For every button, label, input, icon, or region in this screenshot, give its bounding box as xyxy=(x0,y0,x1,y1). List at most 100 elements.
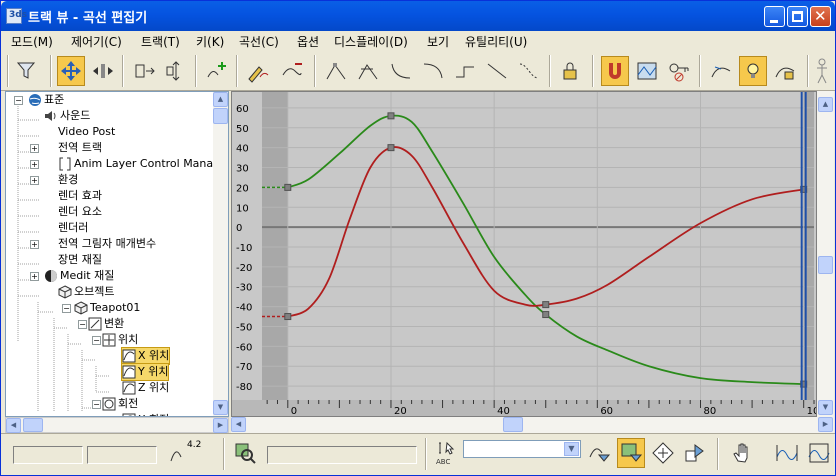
tangent-auto-button[interactable] xyxy=(323,56,351,86)
zoom-horizontal-button[interactable] xyxy=(773,438,801,468)
expand-toggle-icon[interactable]: + xyxy=(30,160,39,169)
curve-scroll-down-arrow[interactable]: ▼ xyxy=(818,400,833,415)
tree-hscroll-thumb[interactable] xyxy=(23,418,43,432)
tree-item[interactable]: Y 위치 xyxy=(120,363,170,381)
filter-button[interactable] xyxy=(13,56,41,86)
controller-tree[interactable]: − 표준 사운드 Video Post + 전역 트랙 + Anim Layer Contro… xyxy=(5,91,229,417)
tree-item[interactable]: 회전 xyxy=(102,396,138,412)
tree-item[interactable]: 오브젝트 xyxy=(58,284,114,300)
move-keys-button[interactable] xyxy=(57,56,85,86)
title-bar[interactable]: 3ds 트랙 뷰 - 곡선 편집기 ✕ xyxy=(1,1,835,31)
menu-utilities[interactable]: 유틸리티(U) xyxy=(465,33,527,50)
tree-item[interactable]: Medit 재질 xyxy=(44,268,114,284)
expand-toggle-icon[interactable]: + xyxy=(30,144,39,153)
scroll-right-arrow[interactable]: ▶ xyxy=(213,418,228,433)
menu-view[interactable]: 보기 xyxy=(427,33,449,50)
tree-item[interactable]: 위치 xyxy=(102,332,138,348)
select-by-name-button[interactable]: ABC xyxy=(433,438,461,468)
lock-selection-button[interactable] xyxy=(557,56,585,86)
zoom-region-button[interactable] xyxy=(805,438,833,468)
expand-toggle-icon[interactable]: − xyxy=(92,400,101,409)
minimize-button[interactable] xyxy=(764,6,785,27)
show-selected-values-button[interactable]: 4.2 xyxy=(167,438,201,468)
frame-field[interactable] xyxy=(13,446,83,464)
show-keyable-button[interactable] xyxy=(665,56,693,86)
tangent-slow-button[interactable] xyxy=(419,56,447,86)
tree-vertical-scrollbar[interactable]: ▲ ▼ xyxy=(213,92,228,416)
scroll-down-arrow[interactable]: ▼ xyxy=(213,400,228,415)
expand-toggle-icon[interactable]: − xyxy=(78,320,87,329)
tree-item[interactable]: 사운드 xyxy=(44,108,90,124)
zoom-value-extents-button[interactable] xyxy=(649,438,677,468)
tree-item[interactable]: 렌더러 xyxy=(58,220,88,236)
tree-item[interactable]: 변환 xyxy=(88,316,124,332)
curve-vscroll-thumb[interactable] xyxy=(818,256,833,274)
filter-combo[interactable]: ▼ xyxy=(463,440,581,458)
menu-controller[interactable]: 제어기(C) xyxy=(71,33,122,50)
tangent-step-button[interactable] xyxy=(451,56,479,86)
curve-hscroll-thumb[interactable] xyxy=(503,417,523,432)
maximize-button[interactable] xyxy=(787,6,808,27)
curve-scroll-left-arrow[interactable]: ◀ xyxy=(231,417,246,432)
tree-item[interactable]: 전역 트랙 xyxy=(58,140,102,156)
draw-curves-button[interactable] xyxy=(244,56,272,86)
scroll-left-arrow[interactable]: ◀ xyxy=(6,418,21,433)
chevron-down-icon[interactable]: ▼ xyxy=(564,442,579,456)
tree-item[interactable]: Anim Layer Control Manager xyxy=(58,156,228,172)
menu-display[interactable]: 디스플레이(D) xyxy=(334,33,408,50)
add-keys-button[interactable] xyxy=(203,56,231,86)
close-button[interactable]: ✕ xyxy=(810,6,831,27)
key-mode-button[interactable] xyxy=(585,438,613,468)
curve-horizontal-scrollbar[interactable]: ◀ ▶ xyxy=(231,417,834,433)
tangent-custom-button[interactable] xyxy=(355,56,383,86)
tree-item[interactable]: Teapot01 xyxy=(74,300,140,316)
reduce-keys-button[interactable] xyxy=(278,56,306,86)
biped-button[interactable] xyxy=(811,56,833,86)
menu-curve[interactable]: 곡선(C) xyxy=(239,33,279,50)
function-curve-chart[interactable]: 6050403020100-10-20-30-40-50-60-70-800 20… xyxy=(232,92,826,417)
scale-keys-button[interactable] xyxy=(130,56,158,86)
expand-toggle-icon[interactable]: − xyxy=(92,336,101,345)
tangent-linear-button[interactable] xyxy=(483,56,511,86)
tree-item[interactable]: X 위치 xyxy=(120,347,171,365)
tree-item[interactable]: 장면 재질 xyxy=(58,252,102,268)
tree-scroll-thumb[interactable] xyxy=(213,108,228,124)
tree-item[interactable]: 표준 xyxy=(28,92,64,108)
tree-horizontal-scrollbar[interactable]: ◀ ▶ xyxy=(5,417,229,433)
curve-scroll-right-arrow[interactable]: ▶ xyxy=(818,417,833,432)
tree-item[interactable]: 렌더 요소 xyxy=(58,204,102,220)
slide-keys-button[interactable] xyxy=(89,56,117,86)
menu-options[interactable]: 옵션 xyxy=(297,33,319,50)
scroll-up-arrow[interactable]: ▲ xyxy=(213,92,228,107)
tree-item[interactable]: 환경 xyxy=(58,172,78,188)
expand-toggle-icon[interactable]: − xyxy=(62,304,71,313)
zoom-time-button[interactable] xyxy=(681,438,709,468)
parameter-curve-button[interactable] xyxy=(633,56,661,86)
value-field[interactable] xyxy=(87,446,157,464)
curve-vertical-scrollbar[interactable]: ▲ ▼ xyxy=(817,91,834,417)
snap-frames-button[interactable] xyxy=(601,56,629,86)
menu-key[interactable]: 키(K) xyxy=(196,33,224,50)
curve-scroll-up-arrow[interactable]: ▲ xyxy=(818,97,833,112)
tree-item[interactable]: 전역 그림자 매개변수 xyxy=(58,236,156,252)
show-all-tangents-button[interactable] xyxy=(739,56,767,86)
expand-toggle-icon[interactable]: + xyxy=(30,240,39,249)
tree-item[interactable]: Video Post xyxy=(58,124,115,140)
scale-values-button[interactable] xyxy=(162,56,190,86)
expand-toggle-icon[interactable]: + xyxy=(30,176,39,185)
track-name-field[interactable] xyxy=(267,446,417,464)
show-tangents-button[interactable] xyxy=(707,56,735,86)
isolate-curve-button[interactable] xyxy=(617,438,645,468)
zoom-selected-button[interactable] xyxy=(231,438,259,468)
tangent-fast-button[interactable] xyxy=(387,56,415,86)
tangent-smooth-button[interactable] xyxy=(515,56,543,86)
expand-toggle-icon[interactable]: + xyxy=(30,272,39,281)
curve-editor-panel[interactable]: 60 50 40 30 20 10 0 -10 -20 -30 -40 -50 -60 -70 -80 0 20… xyxy=(231,91,826,417)
expand-toggle-icon[interactable]: − xyxy=(14,96,23,105)
menu-track[interactable]: 트랙(T) xyxy=(141,33,180,50)
lock-tangents-button[interactable] xyxy=(771,56,799,86)
tree-item[interactable]: 렌더 효과 xyxy=(58,188,102,204)
tree-item[interactable]: Z 위치 xyxy=(122,380,169,396)
menu-mode[interactable]: 모드(M) xyxy=(11,33,53,50)
pan-button[interactable] xyxy=(729,438,757,468)
